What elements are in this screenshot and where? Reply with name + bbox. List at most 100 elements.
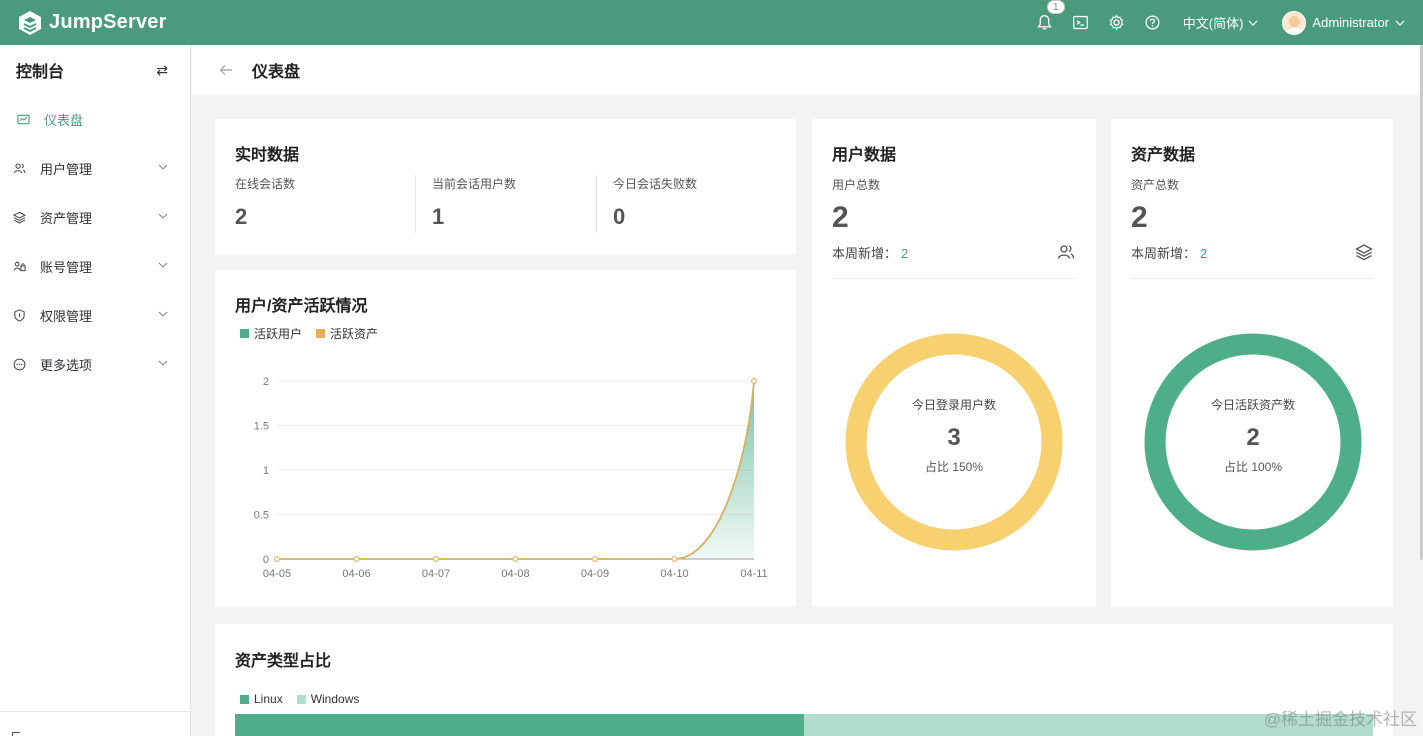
sidebar-item-users[interactable]: 用户管理 [0,144,190,193]
sidebar-item-assets[interactable]: 资产管理 [0,193,190,242]
y-tick-label: 1 [263,465,269,477]
top-bar: JumpServer 1 中文(简体) Administrator [0,0,1423,45]
x-tick-label: 04-06 [342,568,370,580]
divider [415,175,416,233]
shield-icon [12,309,26,323]
dashboard-icon [16,113,30,127]
language-selector[interactable]: 中文(简体) [1183,13,1259,32]
y-tick-label: 0.5 [254,510,269,522]
user-data-card: 用户数据 用户总数 2 本周新增： 2 今日登录用户数 3 占比 150% [812,119,1096,607]
sidebar-item-permissions[interactable]: 权限管理 [0,291,190,340]
x-tick-label: 04-08 [501,568,529,580]
account-icon [12,260,26,274]
x-tick-label: 04-09 [581,568,609,580]
view-switch-icon[interactable]: ⇄ [156,62,168,79]
y-tick-label: 2 [263,376,269,388]
legend-swatch [240,694,249,704]
sidebar: 控制台 ⇄ 仪表盘 用户管理 资产管理 账号管理 权限管理 更多选项 [0,45,191,736]
collapse-icon[interactable] [12,732,20,736]
divider [596,175,597,233]
stat-value: 1 [432,204,445,229]
stat-label: 当前会话用户数 [432,177,517,191]
sidebar-item-label: 资产管理 [40,211,93,226]
help-icon [1145,15,1160,30]
donut-value: 2 [1246,424,1260,451]
user-name: Administrator [1312,15,1389,30]
x-tick-label: 04-11 [740,568,767,580]
chevron-down-icon [1248,20,1258,26]
legend-windows[interactable]: Windows [296,692,360,706]
back-arrow-icon[interactable] [218,62,234,78]
chevron-down-icon [158,262,168,268]
user-login-donut [845,333,1063,551]
stat-value: 0 [613,204,626,229]
settings-button[interactable] [1099,0,1135,45]
donut-label: 今日活跃资产数 [1210,398,1295,412]
legend-linux[interactable]: Linux [240,692,283,706]
stat-label: 在线会话数 [235,177,296,191]
more-icon [12,358,26,372]
data-point[interactable] [592,556,598,562]
sidebar-item-label: 权限管理 [40,309,93,324]
sidebar-item-label: 更多选项 [40,358,93,373]
brand-name: JumpServer [49,11,167,33]
chevron-down-icon [158,213,168,219]
sidebar-title: 控制台 [16,64,65,81]
legend-label: Linux [254,692,283,706]
asset-type-bar [235,714,1373,736]
y-tick-label: 0 [263,554,269,566]
gear-icon [1109,14,1124,31]
sidebar-item-label: 仪表盘 [44,113,84,128]
terminal-icon [1073,15,1089,30]
sidebar-item-more[interactable]: 更多选项 [0,340,190,389]
x-tick-label: 04-05 [263,568,291,580]
card-title: 实时数据 [235,147,300,164]
realtime-card: 实时数据 在线会话数 2 当前会话用户数 1 今日会话失败数 0 [215,119,796,255]
watermark: @稀土掘金技术社区 [1263,710,1417,729]
activity-chart-card: 用户/资产活跃情况 活跃用户 活跃资产 0 0.5 1 1.5 2 04-05 04-06 0… [215,270,796,607]
data-point[interactable] [512,556,519,562]
sidebar-item-label: 账号管理 [40,260,93,275]
avatar [1282,10,1307,35]
asset-type-card: 资产类型占比 Linux Windows [215,624,1393,736]
data-point[interactable] [751,378,757,384]
data-point[interactable] [274,556,280,562]
page-title: 仪表盘 [252,64,301,81]
legend-swatch [296,694,306,704]
stat-session-users: 当前会话用户数 1 [432,175,516,235]
sidebar-item-dashboard[interactable]: 仪表盘 [0,95,190,144]
help-button[interactable] [1135,0,1171,45]
legend-label: Windows [310,692,360,706]
activity-line-chart: 0 0.5 1 1.5 2 04-05 04-06 04-07 04-08 04-09 04-10 0… [254,376,768,580]
linux-segment[interactable] [235,714,804,736]
sidebar-item-accounts[interactable]: 账号管理 [0,242,190,291]
donut-label: 今日登录用户数 [911,398,996,412]
y-tick-label: 1.5 [254,421,269,433]
bell-icon [1037,15,1052,30]
stat-label: 今日会话失败数 [613,177,698,191]
layers-icon [12,211,26,225]
data-point[interactable] [353,556,360,562]
chevron-down-icon [158,164,168,170]
asset-active-donut [1144,333,1362,551]
data-point[interactable] [671,556,678,562]
language-label: 中文(简体) [1182,16,1244,31]
web-terminal-button[interactable] [1063,0,1099,45]
logo[interactable]: JumpServer [17,10,167,36]
sidebar-header: 控制台 ⇄ [0,45,190,95]
chevron-down-icon [158,360,168,366]
user-menu[interactable]: Administrator [1282,10,1405,35]
chevron-down-icon [158,311,168,317]
logo-icon [19,10,41,35]
sidebar-footer [0,711,190,736]
users-icon [12,162,26,176]
asset-type-legend: Linux Windows [240,692,359,706]
page-header: 仪表盘 [192,45,1420,95]
asset-data-card: 资产数据 资产总数 2 本周新增： 2 今日活跃资产数 2 占比 100% [1111,119,1393,607]
stat-online-sessions: 在线会话数 2 [235,175,295,235]
donut-percent: 占比 150% [924,460,984,474]
notification-button[interactable]: 1 [1027,0,1065,45]
data-point[interactable] [433,556,439,562]
stat-value: 2 [235,204,248,229]
x-tick-label: 04-07 [422,568,450,580]
